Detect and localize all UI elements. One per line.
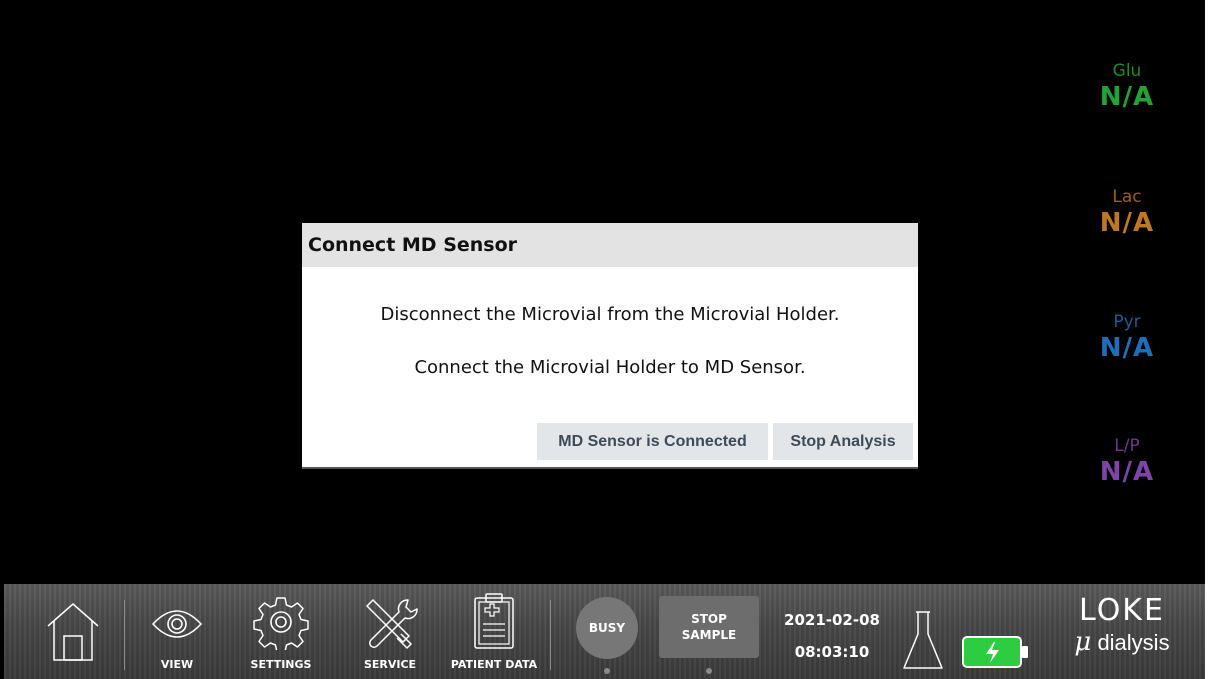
view-button[interactable]: VIEW xyxy=(142,584,212,679)
busy-dot xyxy=(604,668,610,674)
service-label: SERVICE xyxy=(363,658,417,671)
settings-button[interactable]: SETTINGS xyxy=(240,584,322,679)
battery-charging-icon xyxy=(962,636,1028,668)
stop-dot xyxy=(706,668,712,674)
readout-pyr-value: N/A xyxy=(1099,333,1155,363)
dialog-instruction-1: Disconnect the Microvial from the Microv… xyxy=(380,304,840,325)
brand-subtitle: μ dialysis xyxy=(1052,628,1192,657)
readout-lp: L/P N/A xyxy=(1072,435,1182,487)
brand-name: LOKE xyxy=(1079,593,1165,628)
view-label: VIEW xyxy=(160,658,194,671)
busy-indicator: BUSY xyxy=(576,597,638,659)
home-icon xyxy=(47,603,99,661)
home-button[interactable] xyxy=(38,584,108,679)
readout-lac-value: N/A xyxy=(1099,208,1155,238)
md-sensor-connected-button[interactable]: MD Sensor is Connected xyxy=(537,423,768,460)
date-text: 2021-02-08 xyxy=(784,611,880,629)
readout-lp-label: L/P xyxy=(1114,436,1140,456)
service-button[interactable]: SERVICE xyxy=(352,584,428,679)
patient-data-button[interactable]: PATIENT DATA xyxy=(444,584,544,679)
stop-sample-button[interactable]: STOP SAMPLE xyxy=(659,596,759,658)
readout-pyr-label: Pyr xyxy=(1113,312,1141,332)
gear-icon xyxy=(253,597,309,650)
flask-icon xyxy=(903,611,943,669)
connect-md-sensor-dialog: Connect MD Sensor Disconnect the Microvi… xyxy=(302,223,918,469)
eye-icon xyxy=(151,610,203,638)
screen-edge xyxy=(1205,0,1211,679)
dialog-header: Connect MD Sensor xyxy=(302,223,918,267)
toolbar-divider xyxy=(550,600,551,670)
datetime-display: 2021-02-08 08:03:10 xyxy=(772,604,892,668)
stop-sample-line2: SAMPLE xyxy=(681,628,737,642)
stop-analysis-button[interactable]: Stop Analysis xyxy=(773,423,913,460)
tools-icon xyxy=(365,598,418,650)
dialog-instruction-2: Connect the Microvial Holder to MD Senso… xyxy=(414,357,806,378)
readout-glu-label: Glu xyxy=(1112,61,1142,81)
readout-glu-value: N/A xyxy=(1099,82,1155,112)
mu-symbol: μ xyxy=(1074,627,1092,657)
toolbar-divider xyxy=(124,600,125,670)
clipboard-icon xyxy=(474,593,514,649)
brand-logo: LOKE μ dialysis xyxy=(1052,594,1192,657)
readout-pyr: Pyr N/A xyxy=(1072,311,1182,363)
settings-label: SETTINGS xyxy=(250,658,312,671)
patient-data-label: PATIENT DATA xyxy=(450,658,538,671)
stop-sample-line1: STOP xyxy=(691,612,727,626)
dialog-title: Connect MD Sensor xyxy=(308,234,518,256)
readout-lac-label: Lac xyxy=(1112,187,1142,207)
brand-subtitle-text: dialysis xyxy=(1097,630,1170,655)
readout-glu: Glu N/A xyxy=(1072,60,1182,112)
bottom-toolbar: VIEW SETTINGS SERVICE PATIENT DATA BUSY … xyxy=(4,584,1205,679)
readout-lp-value: N/A xyxy=(1099,457,1155,487)
readout-lac: Lac N/A xyxy=(1072,186,1182,238)
time-text: 08:03:10 xyxy=(794,643,870,661)
